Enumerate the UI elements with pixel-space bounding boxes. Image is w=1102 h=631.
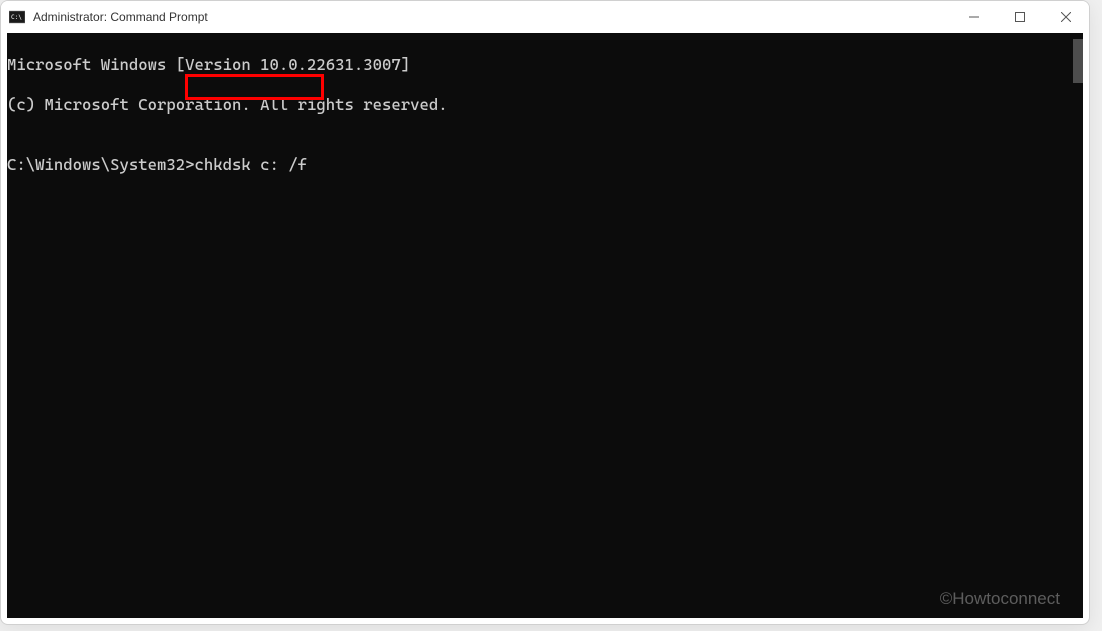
cmd-icon: C:\: [9, 9, 25, 25]
titlebar[interactable]: C:\ Administrator: Command Prompt: [1, 1, 1089, 33]
scrollbar-thumb[interactable]: [1073, 39, 1083, 83]
terminal-line-copyright: (c) Microsoft Corporation. All rights re…: [7, 95, 1083, 115]
window-controls: [951, 1, 1089, 33]
minimize-button[interactable]: [951, 1, 997, 33]
command-prompt-window: C:\ Administrator: Command Prompt: [0, 0, 1090, 625]
close-button[interactable]: [1043, 1, 1089, 33]
terminal-area[interactable]: Microsoft Windows [Version 10.0.22631.30…: [7, 33, 1083, 618]
close-icon: [1061, 12, 1071, 22]
vertical-scrollbar[interactable]: [1069, 33, 1083, 618]
maximize-icon: [1015, 12, 1025, 22]
watermark-text: ©Howtoconnect: [940, 589, 1060, 609]
window-title: Administrator: Command Prompt: [33, 10, 951, 24]
terminal-content: Microsoft Windows [Version 10.0.22631.30…: [7, 33, 1083, 195]
maximize-button[interactable]: [997, 1, 1043, 33]
terminal-prompt: C:\Windows\System32>: [7, 155, 195, 174]
minimize-icon: [969, 12, 979, 22]
terminal-line-version: Microsoft Windows [Version 10.0.22631.30…: [7, 55, 1083, 75]
terminal-command[interactable]: chkdsk c: /f: [195, 155, 308, 174]
svg-text:C:\: C:\: [11, 14, 22, 21]
